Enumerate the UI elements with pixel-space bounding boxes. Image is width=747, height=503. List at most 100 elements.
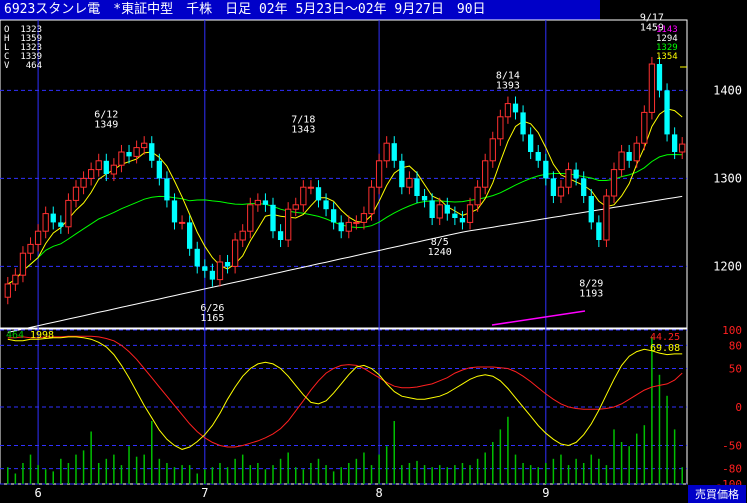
candle-body-down [50, 213, 56, 223]
candle-body-up [231, 239, 239, 267]
candle-body-up [353, 221, 360, 224]
volume-avg-label: 1998 [30, 330, 54, 341]
oscillator-line-red [7, 335, 683, 448]
candle-body-up [254, 199, 262, 206]
oscillator-value-yellow: 69.08 [650, 343, 680, 354]
candle-body-up [118, 151, 125, 166]
candle-body-down [338, 222, 344, 232]
candle-body-down [452, 213, 458, 218]
candle-body-down [520, 112, 526, 135]
candle-body-up [474, 186, 481, 206]
candle-body-up [239, 230, 246, 241]
candle-body-down [156, 160, 162, 179]
candle-body-down [512, 103, 519, 113]
annotation-value: 1349 [94, 119, 118, 130]
candle-body-up [141, 142, 148, 149]
candle-body-up [110, 164, 118, 175]
candle-body-down [671, 134, 678, 152]
candle-body-down [171, 200, 178, 223]
candle-body-up [618, 151, 625, 171]
oscillator-value-red: 44.25 [650, 332, 680, 343]
candle-body-down [444, 204, 450, 214]
candle-body-down [550, 178, 557, 196]
price-tick-label: 1200 [713, 259, 742, 273]
month-tick-label: 8 [375, 486, 382, 500]
candle-body-down [315, 187, 322, 201]
ma-value: 1354 [656, 52, 678, 62]
oscillator-tick-label: -80 [722, 463, 742, 476]
candle-body-up [72, 186, 80, 201]
candle-body-up [4, 283, 11, 298]
candle-body-up [247, 204, 254, 232]
candle-body-down [459, 218, 466, 223]
candle-body-down [581, 178, 587, 196]
oscillator-tick-label: 80 [729, 339, 742, 352]
candle-body-up [489, 138, 496, 162]
candle-body-down [421, 196, 428, 201]
candle-body-down [323, 200, 329, 210]
candle-body-up [19, 252, 27, 276]
candle-body-up [285, 208, 292, 241]
candle-body-up [641, 111, 648, 144]
candle-body-up [42, 213, 49, 232]
candle-body-up [466, 204, 474, 223]
candle-body-up [12, 274, 19, 285]
candle-body-down [202, 266, 208, 271]
annotation-value: 1240 [428, 247, 452, 258]
candle-body-up [679, 143, 686, 153]
candle-body-up [27, 243, 34, 254]
candle-body-down [391, 143, 397, 161]
price-tick-label: 1400 [713, 83, 742, 97]
candle-body-down [596, 222, 602, 240]
candle-body-down [103, 160, 109, 174]
candle-body-down [277, 231, 284, 240]
candle-body-up [34, 230, 42, 245]
candle-body-up [345, 221, 352, 232]
candle-body-down [543, 160, 549, 179]
month-tick-label: 9 [542, 486, 549, 500]
candle-body-down [588, 196, 594, 223]
candle-body-up [610, 169, 618, 197]
candle-body-up [497, 116, 504, 140]
candle-body-down [270, 204, 276, 232]
ma-long-line [491, 310, 586, 326]
candle-body-down [535, 152, 541, 161]
candle-body-up [557, 186, 565, 197]
candle-body-down [126, 152, 132, 157]
oscillator-line-yellow [7, 336, 683, 450]
price-tick-label: 1300 [713, 171, 742, 185]
candle-body-down [429, 200, 435, 218]
candle-body-down [262, 200, 269, 205]
ohlcv-label: V [4, 61, 10, 71]
candle-body-down [399, 160, 405, 188]
oscillator-tick-label: 100 [722, 324, 742, 337]
candle-body-up [360, 213, 368, 223]
candle-body-up [633, 142, 640, 162]
annotation-value: 1193 [579, 289, 603, 300]
candle-body-down [164, 178, 170, 201]
candle-body-up [133, 147, 140, 157]
candle-body-down [626, 152, 632, 161]
candle-body-up [292, 204, 299, 210]
candle-body-down [414, 178, 420, 196]
candle-body-up [482, 160, 489, 188]
ohlcv-value: 464 [26, 61, 42, 71]
annotation-value: 1343 [291, 125, 315, 136]
candle-body-up [95, 160, 102, 171]
candle-body-up [383, 142, 390, 162]
candle-body-up [80, 177, 87, 188]
annotation-value: 1393 [496, 81, 520, 92]
candle-body-up [375, 160, 383, 188]
candle-body-down [528, 134, 534, 152]
candle-body-up [504, 103, 512, 118]
candle-body-up [406, 177, 413, 188]
candle-body-up [307, 186, 315, 189]
candle-body-up [648, 63, 656, 113]
candle-body-up [216, 261, 224, 281]
candle-body-down [149, 143, 155, 161]
candle-body-down [187, 222, 193, 249]
candle-body-up [565, 169, 572, 188]
oscillator-tick-label: 50 [729, 363, 742, 376]
annotation-value: 1165 [200, 313, 224, 324]
price-button-label: 売買価格 [695, 487, 739, 501]
